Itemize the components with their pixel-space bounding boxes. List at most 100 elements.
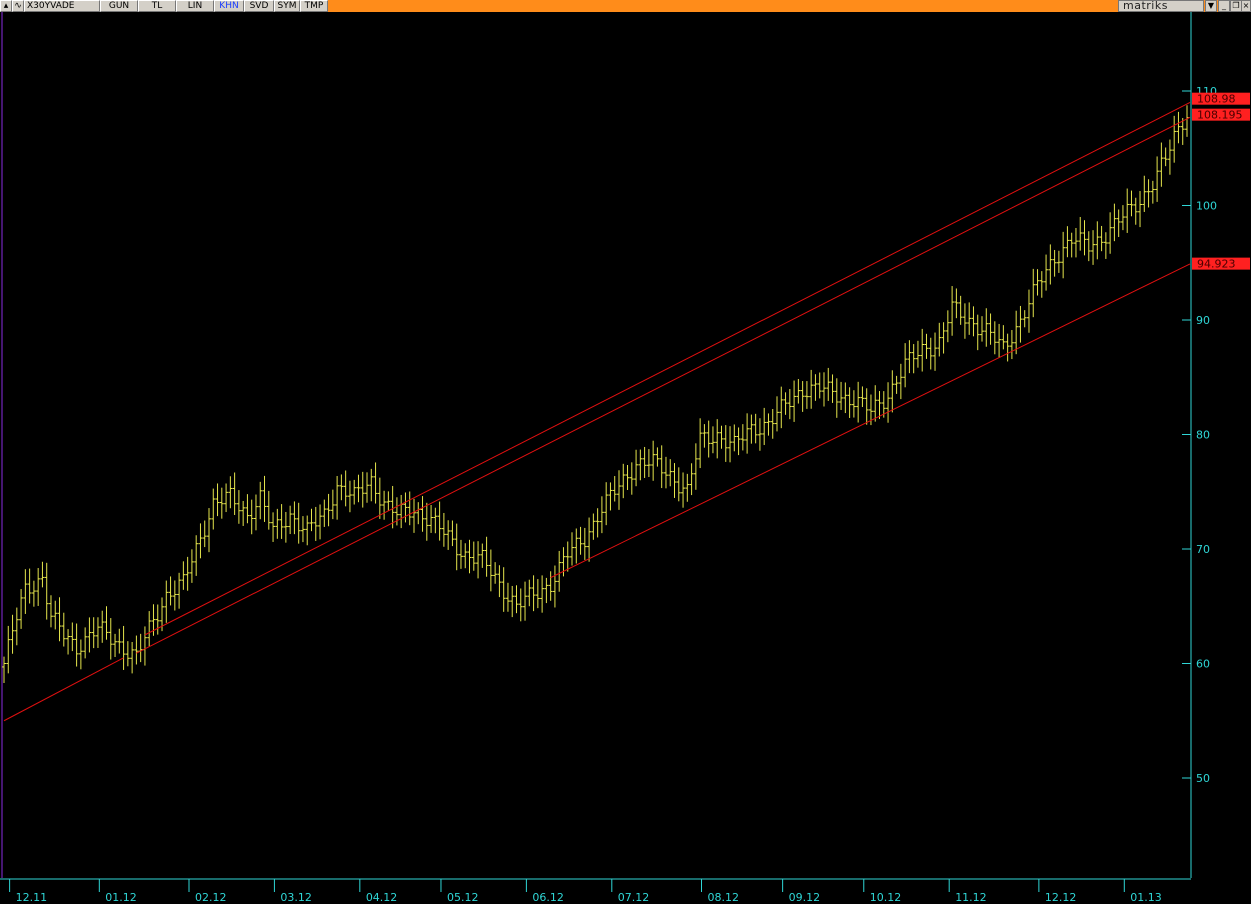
ohlc-bar [104, 606, 109, 640]
lower-trendline[interactable] [3, 657, 124, 722]
ohlc-bar [578, 526, 583, 555]
chart-toolbar: ▴ ∿ X30YVADE GUN TL LIN KHN SVD SYM TMP … [0, 0, 1251, 12]
close-icon[interactable]: × [1241, 0, 1251, 12]
ohlc-bar [1065, 226, 1070, 258]
ohlc-bar [134, 635, 139, 665]
ohlc-bar [980, 316, 985, 342]
ohlc-bar [1112, 203, 1117, 242]
ohlc-bar [446, 520, 451, 550]
ohlc-bar [1078, 216, 1083, 251]
ohlc-bar [1005, 333, 1010, 362]
ohlc-bar [467, 539, 472, 574]
dropdown-icon[interactable]: ▼ [1205, 0, 1217, 12]
chart-menu-icon[interactable]: ▴ [0, 0, 12, 12]
trendlines [3, 102, 1191, 722]
ohlc-bar [557, 550, 562, 592]
ohlc-bar [1069, 232, 1074, 258]
y-tick-label: 50 [1196, 772, 1210, 785]
ohlc-bar [454, 523, 459, 571]
ohlc-bar [587, 517, 592, 562]
upper-channel-line[interactable] [144, 102, 1191, 636]
ohlc-bar [826, 367, 831, 401]
x-tick-label: 01.12 [105, 891, 137, 904]
lower-channel-line[interactable] [550, 263, 1191, 579]
ohlc-bar [749, 414, 754, 444]
ohlc-bar [937, 322, 942, 357]
ohlc-bar [676, 467, 681, 502]
ohlc-bar [347, 480, 352, 513]
ohlc-bar [420, 496, 425, 532]
y-tick-label: 80 [1196, 429, 1210, 442]
button-svd[interactable]: SVD [244, 0, 274, 12]
button-khn[interactable]: KHN [214, 0, 244, 12]
ohlc-bar [36, 568, 41, 606]
ohlc-bar [441, 512, 446, 547]
ohlc-bar [262, 475, 267, 522]
ohlc-bar [211, 488, 216, 530]
symbol-field[interactable]: X30YVADE [24, 0, 100, 12]
ohlc-bar [318, 504, 323, 540]
ohlc-bar [839, 381, 844, 410]
button-lin[interactable]: LIN [176, 0, 214, 12]
y-tick-label: 60 [1196, 658, 1210, 671]
ohlc-bar [1052, 249, 1057, 277]
ohlc-bar [100, 610, 105, 643]
ohlc-bar [245, 494, 250, 524]
button-gun[interactable]: GUN [100, 0, 138, 12]
ohlc-bar [907, 340, 912, 374]
ohlc-bar [945, 310, 950, 343]
ohlc-bar [625, 464, 630, 491]
ohlc-bar [681, 472, 686, 508]
ohlc-bar [510, 585, 515, 618]
ohlc-bar [458, 539, 463, 569]
ohlc-bar [997, 323, 1002, 358]
ohlc-bar [1159, 142, 1164, 187]
ohlc-bar [911, 344, 916, 374]
ohlc-bar [1120, 205, 1125, 231]
ohlc-bar [706, 420, 711, 458]
ohlc-bar [386, 491, 391, 511]
ohlc-bar [330, 489, 335, 520]
ohlc-bar [975, 314, 980, 351]
ohlc-bar [565, 541, 570, 572]
ohlc-bar [505, 582, 510, 612]
ohlc-bar [757, 418, 762, 451]
ohlc-bar [241, 500, 246, 526]
ohlc-bar [962, 303, 967, 339]
button-tmp[interactable]: TMP [300, 0, 328, 12]
ohlc-bar [1014, 310, 1019, 355]
ohlc-bar [275, 508, 280, 539]
ohlc-bar [87, 617, 92, 653]
ohlc-bar [1103, 232, 1108, 259]
ohlc-bar [194, 535, 199, 576]
ohlc-bar [501, 567, 506, 612]
ohlc-bar [920, 328, 925, 372]
ohlc-bar [23, 569, 28, 614]
ohlc-bar [535, 579, 540, 609]
middle-channel-line[interactable] [136, 116, 1191, 654]
ohlc-bar [933, 332, 938, 371]
ohlc-bar [634, 449, 639, 487]
ohlc-bar [232, 472, 237, 515]
ohlc-bar [924, 333, 929, 359]
ohlc-bar [249, 499, 254, 535]
button-tl[interactable]: TL [138, 0, 176, 12]
ohlc-bar [574, 528, 579, 564]
minimize-icon[interactable]: _ [1218, 0, 1230, 12]
ohlc-bar [1031, 268, 1036, 318]
price-chart[interactable]: 5060708090100110 12.11 01.12 02.12 03.12 04.… [0, 12, 1251, 904]
chart-type-icon[interactable]: ∿ [12, 0, 24, 12]
ohlc-bar [821, 372, 826, 407]
ohlc-bar [984, 308, 989, 347]
ohlc-bar [416, 502, 421, 525]
ohlc-bar [1086, 231, 1091, 262]
ohlc-bar [283, 511, 288, 543]
ohlc-bar [817, 372, 822, 399]
ohlc-bar [1018, 305, 1023, 343]
ohlc-bar [591, 513, 596, 540]
ohlc-bar [621, 463, 626, 499]
x-tick-label: 04.12 [366, 891, 398, 904]
button-sym[interactable]: SYM [274, 0, 300, 12]
ohlc-bar [1138, 190, 1143, 228]
ohlc-bar [224, 483, 229, 513]
